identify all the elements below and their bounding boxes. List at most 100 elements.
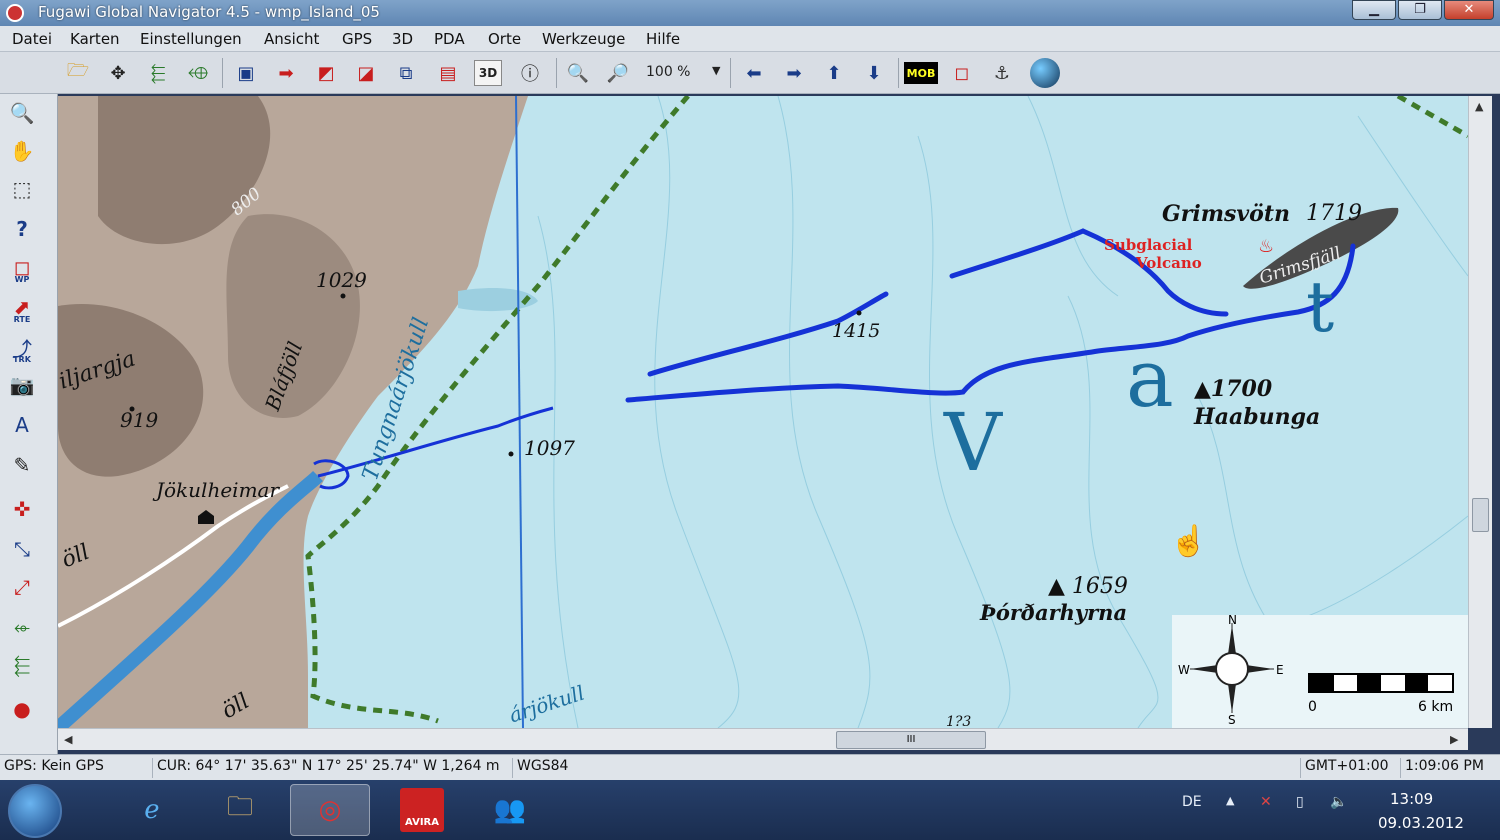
route-tool-label: RTE bbox=[13, 315, 31, 324]
route-split-icon[interactable]: ⤢ bbox=[6, 572, 38, 602]
map-view[interactable]: Grimsvötn 1719 Subglacial Volcano ♨ Grim… bbox=[58, 96, 1468, 728]
menu-bar: Datei Karten Einstellungen Ansicht GPS 3… bbox=[0, 26, 1500, 52]
horizontal-scrollbar[interactable]: ◀ III ▶ bbox=[58, 728, 1468, 750]
zoom-select[interactable]: 100 % ▼ bbox=[646, 64, 726, 84]
status-time: 1:09:06 PM bbox=[1400, 758, 1488, 778]
vertical-scrollbar[interactable]: ▲ bbox=[1468, 96, 1492, 728]
messenger-icon[interactable]: 👥 bbox=[470, 784, 550, 836]
layer-down-icon[interactable]: ⬲ bbox=[184, 60, 212, 86]
vertical-scroll-thumb[interactable] bbox=[1472, 498, 1489, 532]
compass-scale-panel: N S W E 0 6 km bbox=[1172, 613, 1468, 728]
track-export-icon[interactable]: ➡ bbox=[272, 60, 300, 86]
track-tool-icon[interactable]: ⤴ TRK bbox=[6, 332, 38, 365]
hand-pan-icon[interactable]: ✋ bbox=[6, 136, 38, 166]
volume-icon[interactable]: 🔈 bbox=[1330, 794, 1347, 810]
main-toolbar: 🗁 ✥ ⬱ ⬲ ▣ ➡ ◩ ◪ ⧉ ▤ 3D ⓘ 🔍 🔎 100 % ▼ ⬅ ➡… bbox=[0, 52, 1500, 94]
menu-datei[interactable]: Datei bbox=[12, 30, 52, 48]
mob-button[interactable]: MOB bbox=[904, 62, 938, 84]
menu-orte[interactable]: Orte bbox=[488, 30, 521, 48]
zoom-out-icon[interactable]: 🔍 bbox=[564, 60, 592, 86]
volcano-icon: ♨ bbox=[1258, 236, 1275, 257]
hand-cursor-icon: ☝ bbox=[1170, 524, 1208, 559]
status-datum: WGS84 bbox=[512, 758, 572, 778]
fugawi-taskbar-icon[interactable]: ◎ bbox=[290, 784, 370, 836]
route-icon[interactable]: ⧉ bbox=[392, 60, 420, 86]
status-timezone: GMT+01:00 bbox=[1300, 758, 1393, 778]
compass-s: S bbox=[1228, 713, 1236, 727]
pencil-icon[interactable]: ✎ bbox=[6, 450, 38, 480]
language-indicator[interactable]: DE bbox=[1182, 794, 1202, 810]
route-box-icon[interactable]: ◪ bbox=[352, 60, 380, 86]
layer-up-icon[interactable]: ⬱ bbox=[144, 60, 172, 86]
start-button[interactable] bbox=[8, 784, 62, 838]
help-icon[interactable]: ? bbox=[6, 214, 38, 244]
select-rectangle-icon[interactable]: ⬚ bbox=[6, 174, 38, 204]
camera-icon[interactable]: 📷 bbox=[6, 370, 38, 400]
scroll-right-icon[interactable]: ▶ bbox=[1450, 733, 1458, 746]
arrow-left-icon[interactable]: ⬅ bbox=[740, 60, 768, 86]
select-box-icon[interactable]: ◻ bbox=[948, 60, 976, 86]
scale-bar bbox=[1308, 673, 1454, 693]
maximize-button[interactable]: ❐ bbox=[1398, 0, 1442, 20]
layer-export-icon[interactable]: ⬱ bbox=[6, 650, 38, 680]
menu-3d[interactable]: 3D bbox=[392, 30, 413, 48]
file-explorer-icon[interactable]: 🗀 bbox=[200, 784, 280, 836]
open-folder-icon[interactable]: 🗁 bbox=[64, 60, 92, 86]
show-hidden-icons-icon[interactable]: ▲ bbox=[1226, 794, 1234, 807]
info-icon[interactable]: ⓘ bbox=[516, 60, 544, 86]
toolbar-separator bbox=[730, 58, 731, 88]
map-label-subglacial: Subglacial bbox=[1104, 236, 1193, 254]
menu-karten[interactable]: Karten bbox=[70, 30, 120, 48]
map-label-grimsvotn-elev: 1719 bbox=[1306, 201, 1362, 226]
status-gps: GPS: Kein GPS bbox=[4, 758, 104, 774]
arrow-up-icon[interactable]: ⬆ bbox=[820, 60, 848, 86]
gps-window-icon[interactable]: ▣ bbox=[232, 60, 260, 86]
text-tool-icon[interactable]: A bbox=[6, 410, 38, 440]
internet-explorer-icon[interactable]: ℯ bbox=[112, 784, 192, 836]
route-tool-icon[interactable]: ⬈ RTE bbox=[6, 292, 38, 324]
waypoint-tool-label: WP bbox=[14, 275, 30, 284]
anchor-icon[interactable]: ⚓ bbox=[988, 60, 1016, 86]
crosshair-icon[interactable]: ✜ bbox=[6, 494, 38, 524]
battery-icon[interactable]: ▯ bbox=[1296, 794, 1304, 810]
map-label-t: t bbox=[1306, 266, 1335, 348]
avira-icon: AVIRA bbox=[400, 788, 444, 832]
network-icon[interactable]: ✕ bbox=[1260, 794, 1272, 810]
minimize-button[interactable]: ▁ bbox=[1352, 0, 1396, 20]
waypoint-box-icon[interactable]: ◩ bbox=[312, 60, 340, 86]
magnifier-icon[interactable]: 🔍 bbox=[6, 98, 38, 128]
avira-taskbar-button[interactable]: AVIRA bbox=[382, 784, 462, 836]
3d-button[interactable]: 3D bbox=[474, 60, 502, 86]
scroll-up-icon[interactable]: ▲ bbox=[1475, 100, 1483, 113]
google-earth-icon[interactable] bbox=[1030, 58, 1060, 88]
clock-time[interactable]: 13:09 bbox=[1390, 790, 1433, 808]
waypoint-move-icon[interactable]: ● bbox=[6, 694, 38, 724]
menu-pda[interactable]: PDA bbox=[434, 30, 465, 48]
scale-start: 0 bbox=[1308, 699, 1317, 715]
map-label-haabunga: Haabunga bbox=[1194, 404, 1321, 430]
waypoint-tool-icon[interactable]: ◻ WP bbox=[6, 252, 38, 284]
track-tool-label: TRK bbox=[13, 355, 31, 364]
zoom-in-icon[interactable]: 🔎 bbox=[604, 60, 632, 86]
map-frame-icon[interactable]: ▤ bbox=[434, 60, 462, 86]
map-label-partial-bottom: 1?3 bbox=[946, 714, 972, 728]
layer-edit-icon[interactable]: ⬰ bbox=[6, 612, 38, 642]
arrow-right-icon[interactable]: ➡ bbox=[780, 60, 808, 86]
clock-date[interactable]: 09.03.2012 bbox=[1378, 814, 1464, 832]
horizontal-scroll-thumb[interactable]: III bbox=[836, 731, 986, 749]
toolbar-separator bbox=[556, 58, 557, 88]
move-icon[interactable]: ✥ bbox=[104, 60, 132, 86]
menu-hilfe[interactable]: Hilfe bbox=[646, 30, 680, 48]
chevron-down-icon: ▼ bbox=[712, 64, 721, 77]
route-edit-icon[interactable]: ⤡ bbox=[6, 534, 38, 564]
arrow-down-icon[interactable]: ⬇ bbox=[860, 60, 888, 86]
close-button[interactable]: ✕ bbox=[1444, 0, 1494, 20]
menu-einstellungen[interactable]: Einstellungen bbox=[140, 30, 242, 48]
menu-ansicht[interactable]: Ansicht bbox=[264, 30, 319, 48]
scroll-left-icon[interactable]: ◀ bbox=[64, 733, 72, 746]
menu-werkzeuge[interactable]: Werkzeuge bbox=[542, 30, 625, 48]
toolbar-separator bbox=[898, 58, 899, 88]
map-label-a: a bbox=[1126, 332, 1174, 425]
map-label-v: V bbox=[944, 396, 1002, 489]
menu-gps[interactable]: GPS bbox=[342, 30, 372, 48]
